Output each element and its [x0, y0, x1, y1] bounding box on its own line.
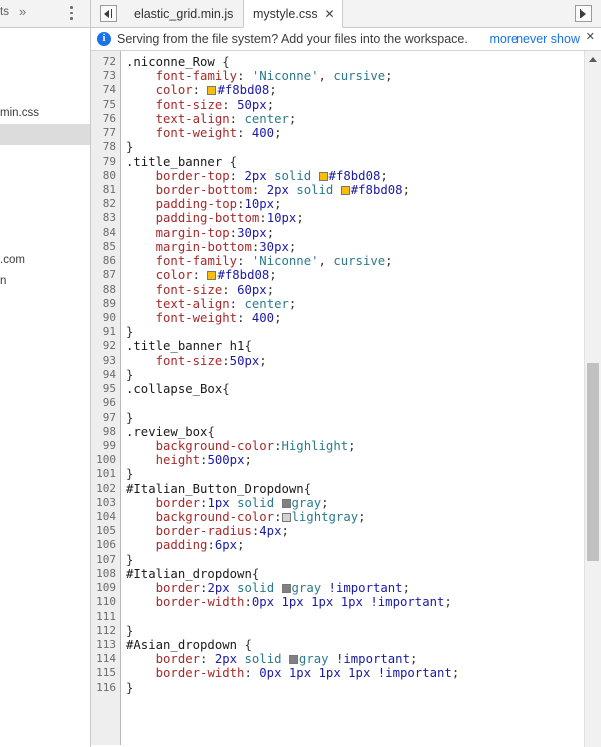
nav-bar-line [110, 9, 112, 18]
tab-mystyle-css[interactable]: mystyle.css ✕ [243, 0, 343, 28]
list-item[interactable]: n [0, 271, 90, 292]
list-item-label: n [0, 275, 7, 287]
tab-label: mystyle.css [253, 7, 318, 21]
color-swatch-icon [281, 513, 291, 523]
list-item[interactable] [0, 124, 90, 145]
close-icon[interactable]: ✕ [325, 0, 335, 28]
chevron-double-right-icon[interactable]: » [19, 4, 26, 19]
info-icon: i [97, 32, 111, 46]
never-show-link[interactable]: never show [516, 28, 580, 51]
color-swatch-icon [318, 171, 328, 181]
scroll-up-arrow-icon[interactable] [585, 51, 601, 68]
tab-label: elastic_grid.min.js [134, 7, 234, 21]
list-item[interactable] [0, 166, 90, 187]
code-line[interactable]: .collapse_Box{ [126, 381, 230, 397]
code-line[interactable]: border-width:0px 1px 1px 1px !important; [126, 594, 452, 610]
kebab-menu-icon[interactable] [70, 6, 74, 22]
color-swatch-icon [281, 498, 291, 508]
more-link[interactable]: more [490, 28, 518, 51]
color-swatch-icon [207, 271, 217, 281]
list-item[interactable] [0, 208, 90, 229]
list-item[interactable]: .com [0, 250, 90, 271]
notification-message: Serving from the file system? Add your f… [117, 32, 468, 46]
scrollbar-thumb[interactable] [587, 363, 599, 561]
close-icon[interactable]: ✕ [586, 30, 595, 44]
code-line[interactable]: } [126, 680, 133, 696]
triangle-left-icon [103, 9, 109, 18]
code-content[interactable]: .niconne_Row { font-family: 'Niconne', c… [122, 51, 601, 747]
code-editor[interactable]: 72 73 74 75 76 77 78 79 80 81 82 83 84 85 86 87 88 89 90 91… [91, 51, 601, 747]
list-item[interactable]: min.css [0, 103, 90, 124]
left-panel-tab-label-truncated[interactable]: ts [0, 6, 9, 18]
color-swatch-icon [207, 86, 217, 96]
scroll-tabs-left-button[interactable] [100, 5, 117, 22]
code-line[interactable]: height:500px; [126, 452, 252, 468]
list-item[interactable] [0, 187, 90, 208]
color-swatch-icon [340, 185, 350, 195]
code-line[interactable]: border-width: 0px 1px 1px 1px !important… [126, 665, 460, 681]
left-navigator-panel: ts » min.css .com n [0, 0, 91, 747]
list-item[interactable] [0, 145, 90, 166]
list-item-label: .com [0, 254, 25, 266]
tab-elastic-grid-min-js[interactable]: elastic_grid.min.js [125, 0, 242, 28]
editor-tab-bar: elastic_grid.min.js mystyle.css ✕ [91, 0, 601, 28]
vertical-scrollbar[interactable] [584, 51, 601, 747]
workspace-notification-bar: i Serving from the file system? Add your… [91, 28, 601, 51]
code-line[interactable]: font-size:50px; [126, 353, 267, 369]
color-swatch-icon [288, 655, 298, 665]
list-item-label: min.css [0, 107, 39, 119]
triangle-right-icon [581, 9, 586, 18]
devtools-sources-panel: ts » min.css .com n elastic_grid.min.js my… [0, 0, 601, 747]
list-item[interactable] [0, 229, 90, 250]
left-panel-file-list[interactable]: min.css .com n [0, 29, 90, 747]
left-panel-toolbar: ts » [0, 0, 90, 28]
code-line[interactable]: font-weight: 400; [126, 310, 282, 326]
color-swatch-icon [281, 584, 291, 594]
nav-bar-line [579, 9, 581, 18]
triangle-up-icon [589, 57, 597, 62]
scroll-tabs-right-button[interactable] [575, 5, 592, 22]
line-number-gutter: 72 73 74 75 76 77 78 79 80 81 82 83 84 85 86 87 88 89 90 91… [91, 51, 121, 745]
line-number: 116 [96, 680, 116, 694]
code-line[interactable]: padding:6px; [126, 537, 245, 553]
code-line[interactable]: font-weight: 400; [126, 125, 282, 141]
